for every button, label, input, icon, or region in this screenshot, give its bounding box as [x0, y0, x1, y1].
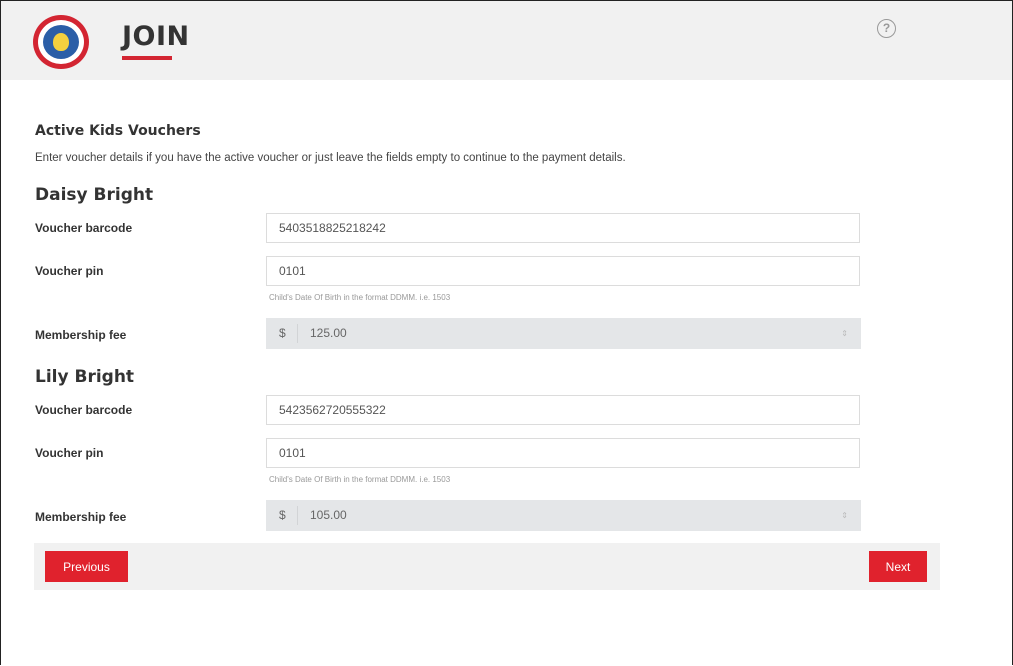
membership-fee-value: 125.00 [310, 326, 347, 340]
voucher-barcode-input[interactable]: 5403518825218242 [266, 213, 860, 243]
voucher-pin-input[interactable]: 0101 [266, 438, 860, 468]
spinner-icon: ⇕ [841, 511, 848, 520]
voucher-barcode-label: Voucher barcode [35, 221, 133, 235]
header: JOIN ? [1, 1, 1012, 80]
membership-fee-field: $ 125.00 ⇕ [266, 318, 861, 349]
previous-button[interactable]: Previous [45, 551, 128, 582]
title-underline [122, 56, 172, 60]
voucher-pin-input[interactable]: 0101 [266, 256, 860, 286]
voucher-pin-label: Voucher pin [35, 446, 104, 460]
voucher-pin-hint: Child's Date Of Birth in the format DDMM… [269, 293, 451, 302]
spinner-icon: ⇕ [841, 329, 848, 338]
section-title: Active Kids Vouchers [35, 123, 201, 139]
help-icon[interactable]: ? [877, 19, 896, 38]
voucher-pin-hint: Child's Date Of Birth in the format DDMM… [269, 475, 451, 484]
next-button[interactable]: Next [869, 551, 927, 582]
surf-life-saving-logo [33, 15, 89, 69]
membership-fee-field: $ 105.00 ⇕ [266, 500, 861, 531]
membership-fee-label: Membership fee [35, 328, 127, 342]
voucher-barcode-input[interactable]: 5423562720555322 [266, 395, 860, 425]
membership-fee-value: 105.00 [310, 508, 347, 522]
form-navigation-bar [34, 543, 940, 590]
membership-fee-label: Membership fee [35, 510, 127, 524]
child-name: Daisy Bright [35, 185, 154, 205]
voucher-pin-label: Voucher pin [35, 264, 104, 278]
voucher-barcode-label: Voucher barcode [35, 403, 133, 417]
currency-symbol: $ [279, 508, 286, 522]
currency-symbol: $ [279, 326, 286, 340]
child-name: Lily Bright [35, 367, 135, 387]
page-title: JOIN [122, 21, 190, 52]
intro-text: Enter voucher details if you have the ac… [35, 152, 626, 164]
